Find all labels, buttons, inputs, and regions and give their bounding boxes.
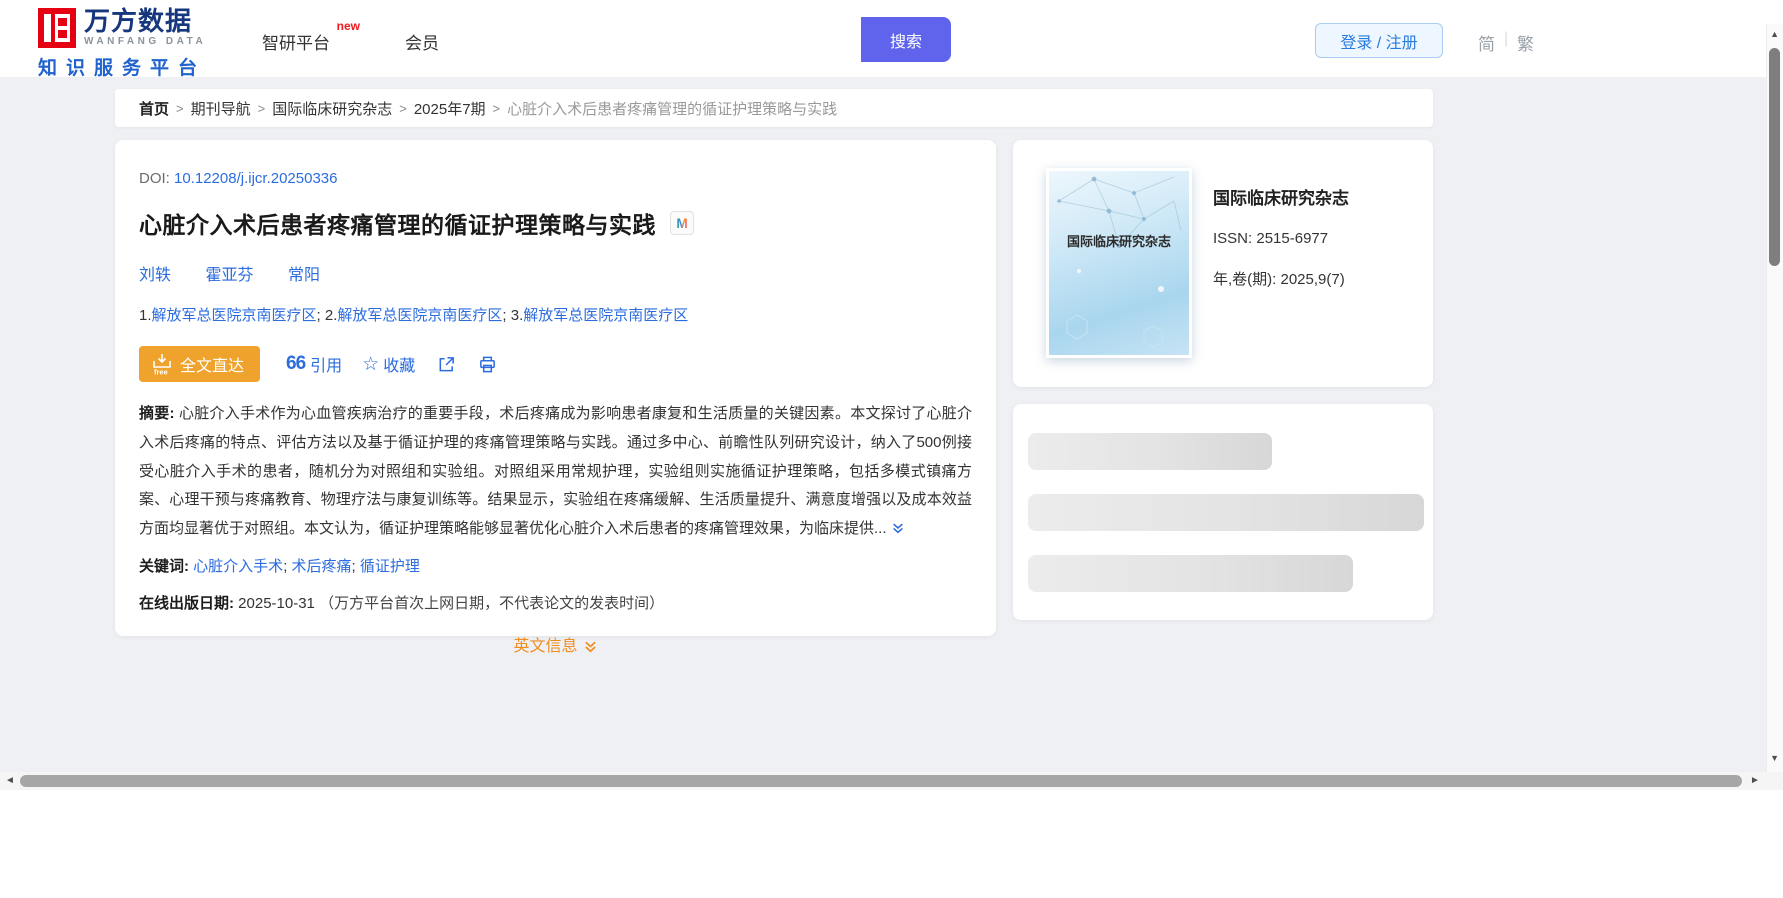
fulltext-button[interactable]: free 全文直达 [139,346,261,382]
online-date-note: （万方平台首次上网日期，不代表论文的发表时间） [319,594,665,612]
lang-divider: | [1504,30,1509,47]
online-date-line: 在线出版日期: 2025-10-31 （万方平台首次上网日期，不代表论文的发表时… [139,592,972,613]
breadcrumb-separator: > [399,100,407,116]
article-title: 心脏介入术后患者疼痛管理的循证护理策略与实践 [139,212,656,238]
new-badge: new [336,19,360,33]
skeleton-bar [1028,555,1353,592]
journal-cover-title: 国际临床研究杂志 [1066,234,1171,249]
affiliation-list: 1.解放军总医院京南医疗区; 2.解放军总医院京南医疗区; 3.解放军总医院京南… [139,307,689,324]
horizontal-scrollbar-thumb[interactable] [20,775,1742,787]
breadcrumb: 首页 > 期刊导航 > 国际临床研究杂志 > 2025年7期 > 心脏介入术后患… [115,89,1433,127]
search-input[interactable] [556,17,861,62]
scroll-down-arrow[interactable]: ▼ [1770,754,1779,763]
breadcrumb-journal-nav[interactable]: 期刊导航 [191,98,251,119]
breadcrumb-separator: > [492,100,501,116]
logo-tagline: 知识服务平台 [38,58,207,79]
quote-icon: 66 [286,353,306,374]
keywords-line: 关键词: 心脏介入手术; 术后疼痛; 循证护理 [139,557,420,575]
star-icon: ☆ [362,353,380,375]
breadcrumb-journal[interactable]: 国际临床研究杂志 [272,98,392,119]
keyword-link[interactable]: 术后疼痛 [292,558,352,575]
lang-traditional-toggle[interactable]: 繁 [1517,30,1534,55]
english-info-toggle[interactable]: 英文信息 [139,632,972,656]
chevron-double-down-icon [578,638,598,655]
abstract: 摘要: 心脏介入手术作为心血管疾病治疗的重要手段，术后疼痛成为影响患者康复和生活… [139,400,972,546]
scrollbar-corner [1766,772,1783,790]
author-link[interactable]: 霍亚芬 [205,267,253,284]
breadcrumb-home[interactable]: 首页 [139,98,169,119]
print-button[interactable] [478,355,497,374]
site-header: 万方数据 WANFANG DATA 知识服务平台 智研平台 new 会员 搜索 … [0,0,1783,80]
wanfang-logo-icon [38,8,76,48]
nav-item-zhiyan[interactable]: 智研平台 new [262,19,360,54]
journal-name[interactable]: 国际临床研究杂志 [1213,184,1349,209]
abstract-text: 心脏介入手术作为心血管疾病治疗的重要手段，术后疼痛成为影响患者康复和生活质量的关… [139,405,972,538]
share-icon [437,355,456,374]
keyword-link[interactable]: 心脏介入手术 [193,558,283,575]
author-list: 刘轶 霍亚芬 常阳 [139,261,972,285]
scroll-up-arrow[interactable]: ▲ [1770,30,1779,39]
share-button[interactable] [437,355,456,374]
breadcrumb-current: 心脏介入术后患者疼痛管理的循证护理策略与实践 [507,100,838,118]
doi-line: DOI: 10.12208/j.ijcr.20250336 [139,170,972,187]
journal-volume: 年,卷(期): 2025,9(7) [1213,271,1345,288]
printer-icon [478,355,497,374]
page: 万方数据 WANFANG DATA 知识服务平台 智研平台 new 会员 搜索 … [0,0,1783,898]
favorite-button[interactable]: ☆ 收藏 [362,352,415,376]
site-logo[interactable]: 万方数据 WANFANG DATA 知识服务平台 [38,8,238,80]
medline-badge: M [670,211,694,235]
lang-simplified-toggle[interactable]: 简 [1478,30,1495,55]
breadcrumb-separator: > [176,100,184,116]
loading-card [1013,404,1433,620]
author-link[interactable]: 刘轶 [139,267,171,284]
abstract-label: 摘要: [139,405,179,422]
keyword-link[interactable]: 循证护理 [360,558,420,575]
keywords-label: 关键词: [139,557,194,575]
below-viewport-area [0,790,1783,898]
logo-subtitle-en: WANFANG DATA [84,36,207,47]
affiliation-link[interactable]: 解放军总医院京南医疗区 [523,307,688,324]
doi-link[interactable]: 10.12208/j.ijcr.20250336 [174,170,337,187]
author-link[interactable]: 常阳 [288,267,320,284]
svg-text:free: free [154,368,168,377]
affiliation-link[interactable]: 解放军总医院京南医疗区 [152,307,317,324]
cover-network-decoration [1057,176,1182,348]
search-button[interactable]: 搜索 [861,17,951,62]
scroll-left-arrow[interactable]: ◄ [5,776,15,786]
vertical-scrollbar-thumb[interactable] [1769,48,1780,266]
nav-item-member[interactable]: 会员 [405,29,439,54]
cite-button[interactable]: 66 引用 [286,352,342,376]
breadcrumb-separator: > [257,100,266,116]
affiliation-link[interactable]: 解放军总医院京南医疗区 [337,307,502,324]
journal-issn: ISSN: 2515-6977 [1213,230,1329,247]
scroll-right-arrow[interactable]: ► [1750,776,1760,786]
expand-abstract-icon[interactable] [891,522,905,539]
svg-text:M: M [676,216,687,231]
journal-cover[interactable]: 国际临床研究杂志 [1046,168,1192,358]
journal-card: 国际临床研究杂志 国际临床研究杂志 ISSN: 2515-6977 年,卷(期)… [1013,140,1433,387]
logo-title: 万方数据 [84,6,193,36]
skeleton-bar [1028,433,1272,470]
breadcrumb-issue[interactable]: 2025年7期 [414,98,486,119]
search-bar: 搜索 [556,17,951,62]
online-date-label: 在线出版日期: [139,594,239,612]
skeleton-bar [1028,494,1424,531]
free-download-icon: free [151,352,173,376]
online-date-value: 2025-10-31 [238,594,315,612]
action-toolbar: free 全文直达 66 引用 ☆ 收藏 [139,346,972,382]
article-card: DOI: 10.12208/j.ijcr.20250336 心脏介入术后患者疼痛… [115,140,996,655]
login-register-button[interactable]: 登录 / 注册 [1315,23,1443,58]
doi-label: DOI: [139,170,175,187]
